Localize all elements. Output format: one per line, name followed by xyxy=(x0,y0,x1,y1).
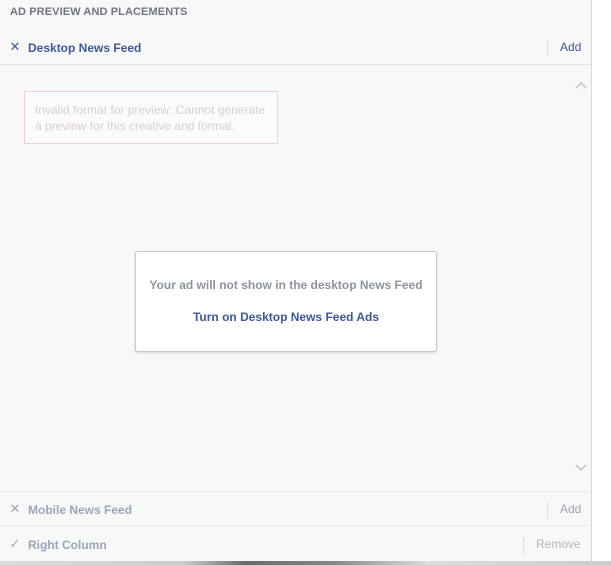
bottom-edge xyxy=(0,561,611,565)
remove-right-column-button[interactable]: Remove xyxy=(523,537,581,553)
panel-header: AD PREVIEW AND PLACEMENTS xyxy=(0,0,591,31)
scroll-up-icon[interactable] xyxy=(574,79,588,93)
placement-label: Desktop News Feed xyxy=(28,41,142,55)
turn-on-desktop-news-feed-link[interactable]: Turn on Desktop News Feed Ads xyxy=(136,310,436,324)
close-icon[interactable]: ✕ xyxy=(9,40,21,53)
check-icon[interactable]: ✓ xyxy=(9,537,21,550)
placement-row-right-column: ✓ Right Column Remove xyxy=(0,527,591,561)
placement-row-desktop-news-feed: ✕ Desktop News Feed Add xyxy=(0,30,591,65)
placement-row-mobile-news-feed: ✕ Mobile News Feed Add xyxy=(0,491,591,526)
right-gutter xyxy=(592,0,611,561)
ad-preview-panel: AD PREVIEW AND PLACEMENTS ✕ Desktop News… xyxy=(0,0,592,561)
panel-title: AD PREVIEW AND PLACEMENTS xyxy=(10,6,188,18)
preview-area: Invalid format for preview: Cannot gener… xyxy=(0,65,591,491)
scroll-down-icon[interactable] xyxy=(574,460,588,474)
add-mobile-news-feed-button[interactable]: Add xyxy=(547,502,581,518)
desktop-feed-notice: Your ad will not show in the desktop New… xyxy=(135,251,437,352)
close-icon[interactable]: ✕ xyxy=(9,502,21,515)
placement-label: Mobile News Feed xyxy=(28,503,133,517)
add-desktop-news-feed-button[interactable]: Add xyxy=(547,40,581,56)
preview-error-message: Invalid format for preview: Cannot gener… xyxy=(24,91,278,144)
placement-label: Right Column xyxy=(28,538,107,552)
notice-text: Your ad will not show in the desktop New… xyxy=(149,278,423,292)
